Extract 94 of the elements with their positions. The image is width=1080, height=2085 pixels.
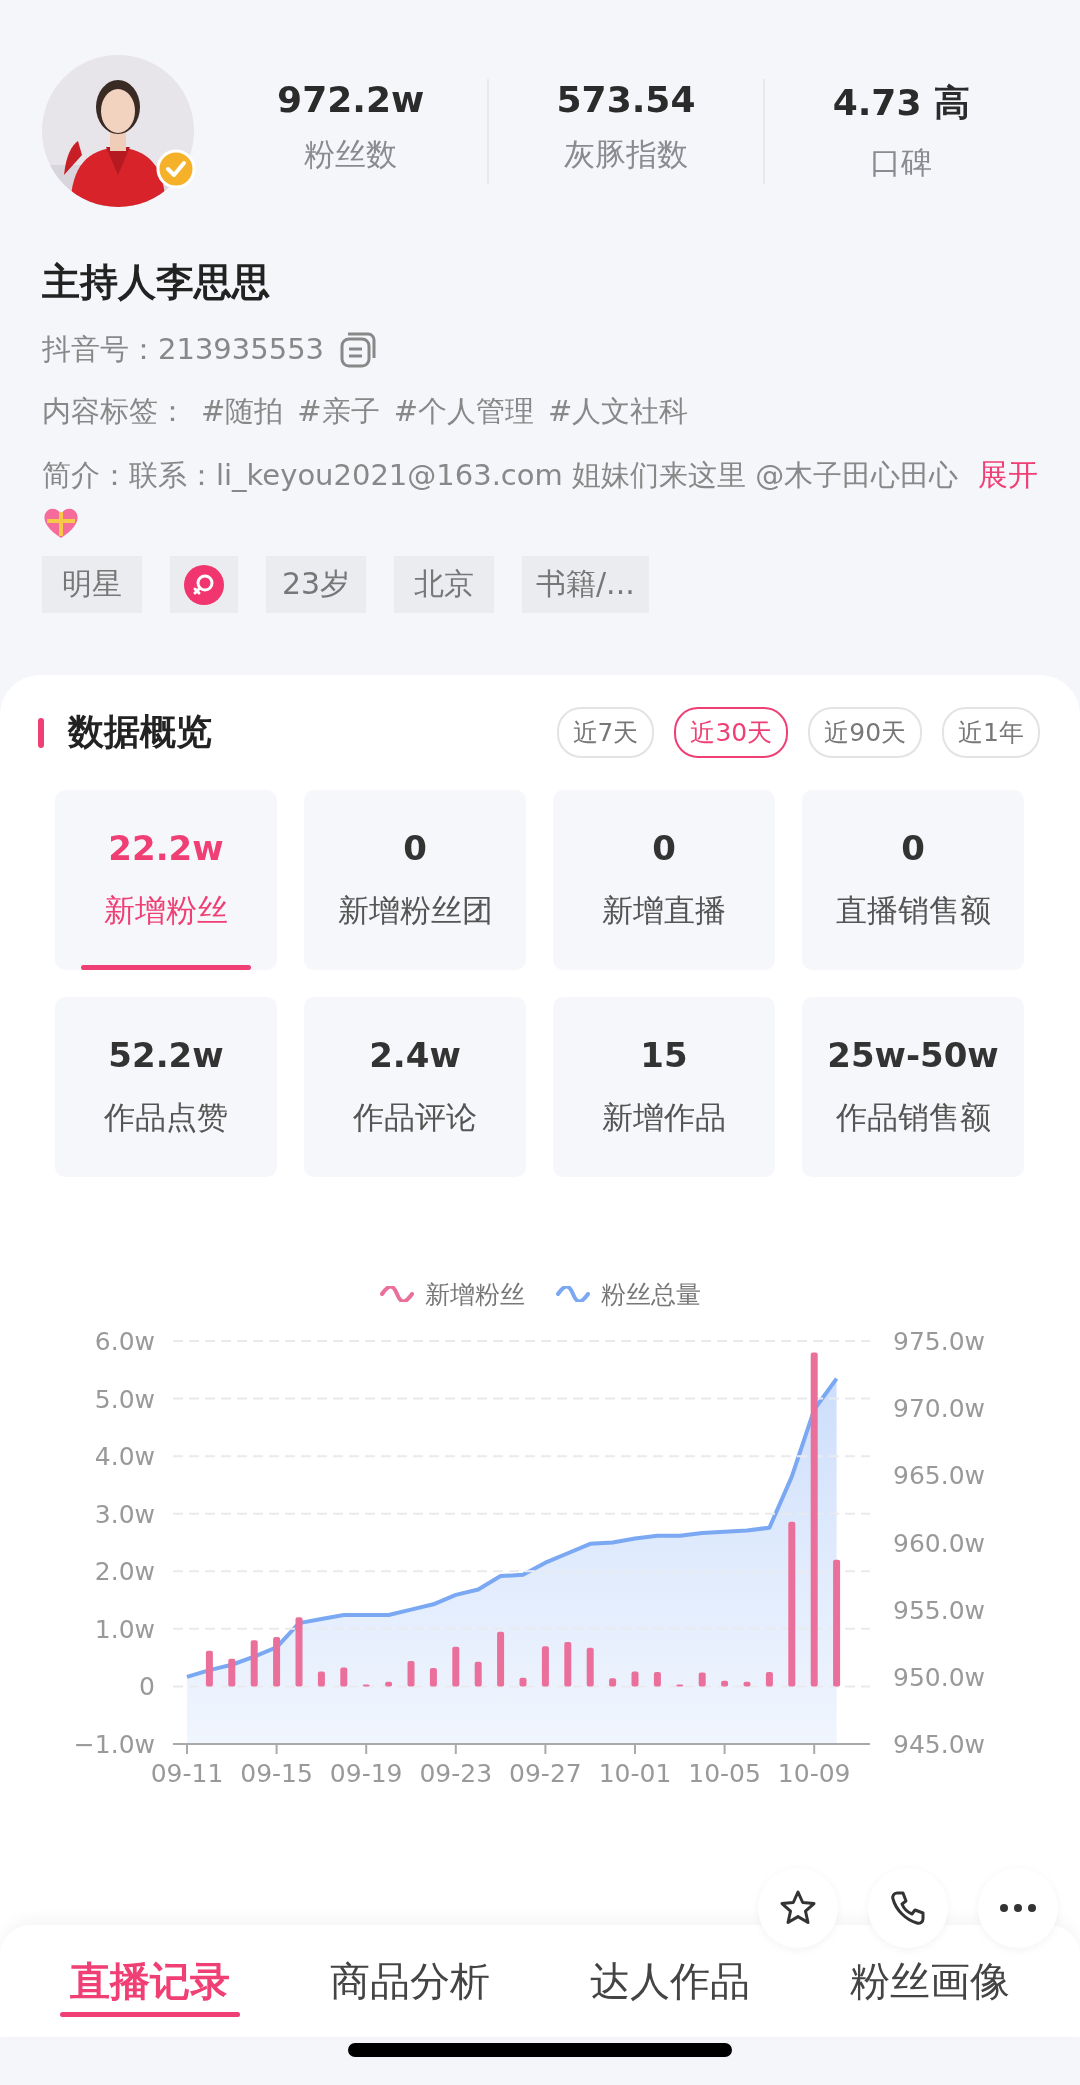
period-tab[interactable]: 近30天 [674,707,789,758]
female-icon [184,564,224,605]
content-tag[interactable]: #亲子 [297,392,380,432]
content-tag[interactable]: #随拍 [201,392,284,432]
bar [765,1672,773,1687]
axis-label: 09-27 [509,1759,582,1788]
series-swatch-icon [555,1286,591,1302]
metric-tile[interactable]: 25w-50w 作品销售额 [802,997,1024,1177]
copy-icon[interactable] [338,330,379,370]
more-icon [998,1903,1038,1913]
period-tab[interactable]: 近90天 [808,707,923,758]
content-tag[interactable]: #个人管理 [393,392,534,432]
axis-label: 945.0w [893,1730,986,1759]
axis-label: 6.0w [94,1327,155,1356]
period-tab[interactable]: 近1年 [942,707,1040,758]
bar [721,1680,729,1687]
profile-chip: 明星 [42,556,142,613]
axis-label: 09-19 [329,1759,403,1788]
legend-label: 新增粉丝 [425,1278,525,1311]
axis-label: 4.0w [94,1442,155,1472]
bar [340,1667,348,1687]
bar [631,1671,639,1687]
legend-label: 粉丝总量 [601,1278,701,1311]
axis-label: −1.0w [73,1730,155,1759]
profile-chip: 书籍/... [522,556,649,613]
stat-label: 灰豚指数 [564,134,688,174]
metric-tile[interactable]: 0 直播销售额 [802,790,1024,970]
tab[interactable]: 达人作品 [580,1949,760,2013]
profile-chip: 23岁 [266,556,366,613]
axis-label: 09-11 [150,1759,224,1788]
stat-label: 粉丝数 [304,134,398,174]
bar [295,1617,303,1687]
bar [609,1678,617,1687]
bar [407,1661,415,1687]
axis-label: 10-09 [777,1759,851,1788]
stat-value: 573.54 [556,78,696,120]
series-swatch-icon [379,1286,415,1302]
axis-label: 960.0w [893,1528,986,1558]
bar [429,1668,437,1687]
bar [541,1646,549,1687]
bar [586,1647,594,1687]
period-tab[interactable]: 近7天 [556,707,655,758]
bar [676,1684,684,1687]
axis-label: 2.0w [94,1557,155,1587]
axis-label: 975.0w [893,1327,986,1356]
tab[interactable]: 粉丝画像 [840,1949,1020,2013]
account-name: 主持人李思思 [42,259,271,306]
axis-label: 965.0w [893,1461,986,1491]
bar [362,1684,370,1687]
tab[interactable]: 商品分析 [320,1949,500,2013]
bar [519,1677,527,1687]
bar [228,1658,236,1687]
accent-bar [38,717,44,748]
bar [273,1636,281,1687]
bio-text: 简介：联系：li_keyou2021@163.com 姐妹们来这里 @木子田心田心 [42,458,959,492]
metric-tile[interactable]: 15 新增作品 [553,997,775,1177]
axis-label: 970.0w [893,1394,986,1424]
expand-link[interactable]: 展开 [978,452,1038,498]
metric-tile[interactable]: 2.4w 作品评论 [304,997,526,1177]
content-tag[interactable]: #人文社科 [547,392,689,432]
axis-label: 0 [139,1672,155,1702]
bar [205,1650,213,1687]
axis-label: 10-05 [688,1759,761,1788]
bar [564,1642,572,1687]
heart-gift-icon [42,506,80,540]
axis-label: 955.0w [893,1595,986,1625]
bar [743,1681,751,1687]
metric-tile[interactable]: 0 新增直播 [553,790,775,970]
axis-label: 3.0w [94,1499,155,1529]
bar [698,1672,706,1687]
section-title: 数据概览 [68,710,213,754]
stat-value: 4.73 高 [832,80,970,125]
axis-label: 950.0w [893,1662,986,1692]
bar [385,1681,393,1687]
bar [474,1661,482,1687]
bar [250,1640,258,1687]
profile-chip: 北京 [394,556,494,613]
bar [452,1646,460,1687]
verified-check-icon [156,149,196,189]
bar [497,1631,505,1687]
axis-label: 5.0w [94,1384,155,1414]
bar [653,1672,661,1687]
metric-tile[interactable]: 22.2w 新增粉丝 [55,790,277,970]
axis-label: 1.0w [94,1614,155,1644]
metric-tile[interactable]: 0 新增粉丝团 [304,790,526,970]
stat-label: 口碑 [870,142,933,182]
axis-label: 09-15 [240,1759,313,1788]
axis-label: 09-23 [419,1759,493,1788]
id-label: 抖音号：213935553 [42,331,325,368]
metric-tile[interactable]: 52.2w 作品点赞 [55,997,277,1177]
stat-value: 972.2w [277,78,425,120]
bar [317,1671,325,1687]
axis-label: 10-01 [598,1759,672,1788]
tags-label: 内容标签： [42,393,187,430]
